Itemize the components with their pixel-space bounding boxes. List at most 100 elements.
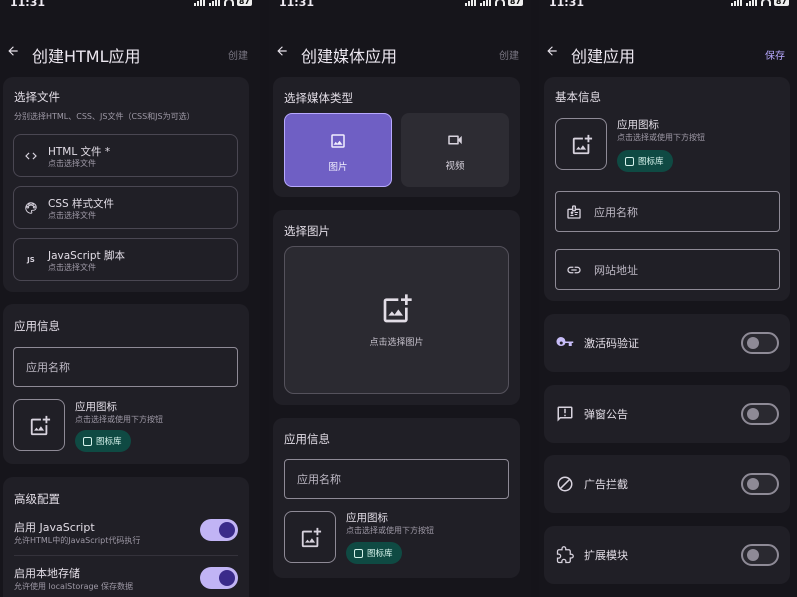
add-photo-icon [301,527,322,548]
section-subtitle: 分别选择HTML、CSS、JS文件（CSS和JS为可选） [14,112,195,121]
html-file-picker[interactable]: HTML 文件 * 点击选择文件 [13,134,238,177]
icon-hint: 点击选择或使用下方按钮 [346,526,434,535]
link-icon [567,266,581,273]
extension-icon [556,546,574,564]
page-title: 创建应用 [571,47,636,66]
section-title: 基本信息 [555,90,601,104]
icon-picker[interactable] [284,511,336,563]
status-bar: 11:31 87 [0,0,260,12]
signal-icon [208,0,221,6]
back-arrow-icon[interactable] [275,44,289,58]
css-file-picker[interactable]: CSS 样式文件 点击选择文件 [13,186,238,229]
battery-icon: 87 [507,0,523,6]
block-icon [557,476,573,492]
library-icon [354,548,363,558]
status-time: 11:31 [279,0,315,9]
icon-library-button[interactable]: 图标库 [75,430,131,452]
section-title: 应用信息 [284,432,330,446]
create-app-screen: 11:31 87 创建应用 保存 基本信息 应用图标 点击选择或使用下方按钮 图… [539,0,797,597]
app-info-card: 应用信息 应用名称 应用图标 点击选择或使用下方按钮 图标库 [3,304,249,464]
feature-announcement: 弹窗公告 [544,385,790,443]
library-icon [625,156,634,166]
section-title: 应用信息 [14,319,60,333]
status-bar: 11:31 87 [269,0,531,12]
file-select-card: 选择文件 分别选择HTML、CSS、JS文件（CSS和JS为可选） HTML 文… [3,77,249,292]
create-button[interactable]: 创建 [228,47,248,62]
js-toggle[interactable] [200,519,238,541]
website-url-input[interactable]: 网站地址 [555,249,780,290]
add-photo-icon [572,134,593,155]
icon-picker[interactable] [13,399,65,451]
adblock-toggle[interactable] [741,473,779,495]
back-arrow-icon[interactable] [545,44,559,58]
advanced-config-card: 高级配置 启用 JavaScript 允许HTML中的JavaScript代码执… [3,477,249,597]
badge-icon [567,204,581,219]
status-bar: 11:31 87 [539,0,797,12]
media-type-video[interactable]: 视频 [401,113,509,187]
feature-extension: 扩展模块 [544,526,790,584]
media-app-screen: 11:31 87 创建媒体应用 创建 选择媒体类型 图片 视频 选择图片 点击选… [269,0,531,597]
image-drop-zone[interactable]: 点击选择图片 [284,246,509,394]
icon-hint: 点击选择或使用下方按钮 [75,415,163,424]
js-toggle-hint: 允许HTML中的JavaScript代码执行 [14,536,141,545]
signal-icon [479,0,492,6]
battery-icon: 87 [773,0,789,6]
section-title: 高级配置 [14,492,60,506]
icon-picker[interactable] [555,118,607,170]
signal-icon [193,0,206,6]
status-time: 11:31 [10,0,46,9]
feature-label: 弹窗公告 [584,408,628,421]
page-title: 创建HTML应用 [32,47,141,66]
app-bar: 创建HTML应用 创建 [0,12,260,70]
js-file-picker[interactable]: JS JavaScript 脚本 点击选择文件 [13,238,238,281]
icon-library-button[interactable]: 图标库 [346,542,402,564]
status-time: 11:31 [549,0,585,9]
app-bar: 创建应用 保存 [539,12,797,70]
save-button[interactable]: 保存 [765,47,785,62]
media-type-card: 选择媒体类型 图片 视频 [273,77,520,197]
section-title: 选择图片 [284,224,330,238]
signal-icon [730,0,743,6]
section-title: 选择文件 [14,90,60,104]
signal-icon [745,0,758,6]
app-name-input[interactable]: 应用名称 [13,347,238,387]
add-photo-icon [383,294,412,323]
announcement-toggle[interactable] [741,403,779,425]
feature-activation: 激活码验证 [544,314,790,372]
app-name-input[interactable]: 应用名称 [555,191,780,232]
code-icon [25,152,37,159]
battery-icon: 87 [236,0,252,6]
storage-toggle-label: 启用本地存储 [14,567,80,580]
js-icon: JS [27,255,35,264]
image-icon [331,134,345,148]
library-icon [83,436,92,446]
image-picker-card: 选择图片 点击选择图片 [273,210,520,405]
create-button[interactable]: 创建 [499,47,519,62]
announcement-icon [557,406,573,422]
icon-label: 应用图标 [346,512,388,524]
feature-label: 广告拦截 [584,478,628,491]
divider [14,555,238,556]
wifi-icon [223,0,234,6]
js-toggle-label: 启用 JavaScript [14,521,95,534]
feature-label: 激活码验证 [584,337,639,350]
activation-toggle[interactable] [741,332,779,354]
back-arrow-icon[interactable] [6,44,20,58]
video-icon [448,135,462,145]
icon-hint: 点击选择或使用下方按钮 [617,133,705,142]
feature-adblock: 广告拦截 [544,455,790,513]
wifi-icon [760,0,771,6]
extension-toggle[interactable] [741,544,779,566]
icon-library-button[interactable]: 图标库 [617,150,673,172]
media-type-image[interactable]: 图片 [284,113,392,187]
basic-info-card: 基本信息 应用图标 点击选择或使用下方按钮 图标库 应用名称 网站地址 [544,77,790,301]
palette-icon [25,201,37,214]
app-name-input[interactable]: 应用名称 [284,459,509,499]
html-app-screen: 11:31 87 创建HTML应用 创建 选择文件 分别选择HTML、CSS、J… [0,0,260,597]
signal-icon [464,0,477,6]
section-title: 选择媒体类型 [284,91,353,105]
storage-toggle[interactable] [200,567,238,589]
icon-label: 应用图标 [75,401,117,413]
storage-toggle-hint: 允许使用 localStorage 保存数据 [14,582,134,591]
icon-label: 应用图标 [617,119,659,131]
